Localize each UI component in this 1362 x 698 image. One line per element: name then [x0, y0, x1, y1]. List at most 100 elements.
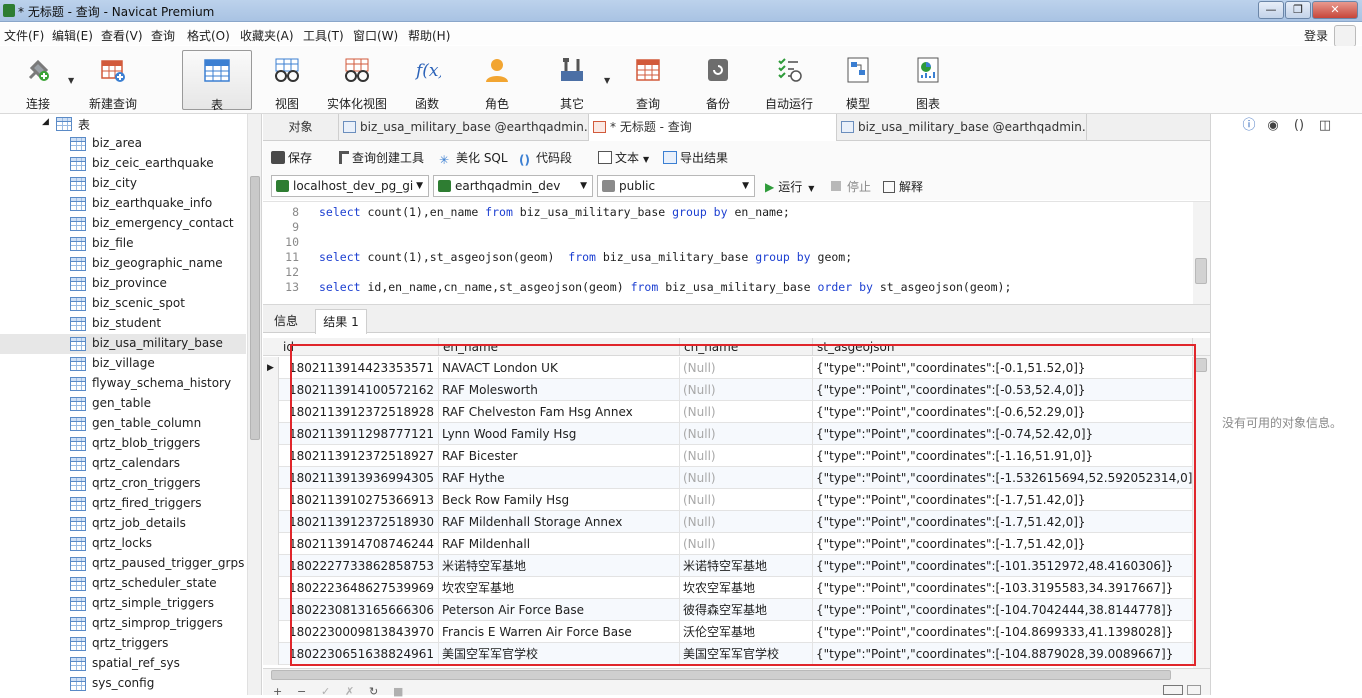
column-header-id[interactable]: id [279, 338, 439, 356]
table-row[interactable]: 1802230651638824961 美国空军军官学校 美国空军军官学校 {"typ… [263, 643, 1210, 665]
cell-cn-name[interactable]: 彼得森空军基地 [680, 599, 813, 621]
chart-button[interactable]: 图表 [902, 50, 954, 111]
tree-item-biz-province[interactable]: biz_province [0, 274, 246, 294]
table-row[interactable]: 1802113911298777121 Lynn Wood Family Hsg(… [263, 423, 1210, 445]
database-select[interactable]: earthqadmin_dev ▼ [433, 175, 593, 197]
column-header-st-asgeojson[interactable]: st_asgeojson [813, 338, 1193, 356]
form-view-icon[interactable] [1187, 685, 1201, 695]
role-button[interactable]: 角色 [472, 50, 522, 111]
cell-id[interactable]: 1802230651638824961 [279, 643, 439, 665]
view-button[interactable]: 视图 [262, 50, 312, 111]
cell-cn-name[interactable]: (Null) [680, 379, 813, 401]
cell-en-name[interactable]: Beck Row Family Hsg [439, 489, 680, 511]
add-record-button[interactable]: + [273, 685, 282, 698]
cell-en-name[interactable]: NAVACT London UK [439, 357, 680, 379]
row-selector[interactable] [263, 577, 279, 599]
cell-cn-name[interactable]: 米诺特空军基地 [680, 555, 813, 577]
menu-format[interactable]: 格式(O) [187, 27, 230, 44]
text-dropdown-icon[interactable]: ▼ [643, 155, 649, 164]
apply-button[interactable]: ✓ [321, 685, 330, 698]
tree-item-biz-earthquake-info[interactable]: biz_earthquake_info [0, 194, 246, 214]
row-selector[interactable] [263, 533, 279, 555]
table-row[interactable]: 1802113912372518930 RAF Mildenhall Storag… [263, 511, 1210, 533]
new-query-button[interactable]: 新建查询 [84, 50, 142, 111]
tree-item-qrtz-simprop-triggers[interactable]: qrtz_simprop_triggers [0, 614, 246, 634]
horizontal-scrollbar[interactable] [271, 670, 1191, 682]
tree-item-biz-scenic-spot[interactable]: biz_scenic_spot [0, 294, 246, 314]
cell-cn-name[interactable]: (Null) [680, 467, 813, 489]
row-selector[interactable] [263, 555, 279, 577]
stop-button[interactable]: 停止 [831, 178, 871, 195]
row-selector[interactable] [263, 445, 279, 467]
tree-item-biz-ceic-earthquake[interactable]: biz_ceic_earthquake [0, 154, 246, 174]
query-button[interactable]: 查询 [622, 50, 674, 111]
discard-button[interactable]: ✗ [345, 685, 354, 698]
editor-scrollbar[interactable] [1193, 202, 1210, 304]
tree-item-qrtz-calendars[interactable]: qrtz_calendars [0, 454, 246, 474]
auto-run-button[interactable]: 自动运行 [760, 50, 818, 111]
cell-st-asgeojson[interactable]: {"type":"Point","coordinates":[-1.7,51.4… [813, 511, 1193, 533]
collapse-arrow-icon[interactable]: ◢ [42, 117, 49, 127]
cell-id[interactable]: 1802113914100572162 [279, 379, 439, 401]
editor-scrollbar-thumb[interactable] [1195, 258, 1207, 284]
tree-item-qrtz-blob-triggers[interactable]: qrtz_blob_triggers [0, 434, 246, 454]
text-button[interactable]: 文本 ▼ [598, 149, 649, 166]
table-row[interactable]: 1802113912372518927 RAF Bicester (Null) {"t… [263, 445, 1210, 467]
menu-query[interactable]: 查询 [151, 27, 175, 44]
cell-en-name[interactable]: 美国空军军官学校 [439, 643, 680, 665]
tab-info[interactable]: 信息 [269, 309, 303, 334]
materialized-view-button[interactable]: 实体化视图 [322, 50, 392, 111]
cell-en-name[interactable]: Francis E Warren Air Force Base [439, 621, 680, 643]
delete-record-button[interactable]: − [297, 685, 306, 698]
query-builder-button[interactable]: 查询创建工具 [339, 149, 424, 166]
row-selector[interactable] [263, 599, 279, 621]
tree-item-qrtz-job-details[interactable]: qrtz_job_details [0, 514, 246, 534]
table-button[interactable]: 表 [182, 50, 252, 112]
cell-id[interactable]: 1802113912372518927 [279, 445, 439, 467]
row-selector[interactable] [263, 511, 279, 533]
cell-cn-name[interactable]: (Null) [680, 533, 813, 555]
explain-button[interactable]: 解释 [883, 178, 923, 195]
cell-en-name[interactable]: RAF Mildenhall [439, 533, 680, 555]
cell-st-asgeojson[interactable]: {"type":"Point","coordinates":[-0.53,52.… [813, 379, 1193, 401]
tree-item-biz-student[interactable]: biz_student [0, 314, 246, 334]
menu-favorites[interactable]: 收藏夹(A) [240, 27, 294, 44]
tree-item-biz-area[interactable]: biz_area [0, 134, 246, 154]
cell-id[interactable]: 1802113910275366913 [279, 489, 439, 511]
row-selector[interactable] [263, 401, 279, 423]
connect-button[interactable]: ▼ 连接 [8, 50, 74, 111]
tab-table-data[interactable]: biz_usa_military_base @earthqadmin... [339, 114, 589, 141]
tree-item-qrtz-fired-triggers[interactable]: qrtz_fired_triggers [0, 494, 246, 514]
grid-scrollbar-thumb[interactable] [1195, 358, 1207, 372]
beautify-sql-button[interactable]: ✳ 美化 SQL [439, 149, 508, 167]
cell-st-asgeojson[interactable]: {"type":"Point","coordinates":[-0.74,52.… [813, 423, 1193, 445]
function-button[interactable]: f(x) 函数 [402, 50, 452, 111]
tree-item-spatial-ref-sys[interactable]: spatial_ref_sys [0, 654, 246, 674]
close-button[interactable]: ✕ [1312, 1, 1358, 19]
result-grid[interactable]: id en_name cn_name st_asgeojson ▶ 1802113… [263, 334, 1210, 668]
cell-en-name[interactable]: RAF Mildenhall Storage Annex [439, 511, 680, 533]
sql-editor[interactable]: 8 select count(1),en_name from biz_usa_mi… [263, 201, 1210, 304]
tree-item-biz-geographic-name[interactable]: biz_geographic_name [0, 254, 246, 274]
cell-st-asgeojson[interactable]: {"type":"Point","coordinates":[-104.7042… [813, 599, 1193, 621]
menu-help[interactable]: 帮助(H) [408, 27, 450, 44]
table-row[interactable]: 1802230813165666306 Peterson Air Force Ba… [263, 599, 1210, 621]
cell-en-name[interactable]: RAF Bicester [439, 445, 680, 467]
cell-cn-name[interactable]: 美国空军军官学校 [680, 643, 813, 665]
tree-item-biz-village[interactable]: biz_village [0, 354, 246, 374]
table-row[interactable]: 1802223648627539969 坎农空军基地 坎农空军基地 {"type":"… [263, 577, 1210, 599]
login-link[interactable]: 登录 [1304, 27, 1328, 44]
column-header-en-name[interactable]: en_name [439, 338, 680, 356]
connection-select[interactable]: localhost_dev_pg_gi ▼ [271, 175, 429, 197]
cell-id[interactable]: 1802113911298777121 [279, 423, 439, 445]
cell-cn-name[interactable]: 沃伦空军基地 [680, 621, 813, 643]
cell-id[interactable]: 1802113913936994305 [279, 467, 439, 489]
cell-st-asgeojson[interactable]: {"type":"Point","coordinates":[-1.7,51.4… [813, 533, 1193, 555]
stop-loading-button[interactable]: ■ [393, 685, 403, 698]
cell-st-asgeojson[interactable]: {"type":"Point","coordinates":[-103.3195… [813, 577, 1193, 599]
cell-id[interactable]: 1802227733862858753 [279, 555, 439, 577]
cell-st-asgeojson[interactable]: {"type":"Point","coordinates":[-1.7,51.4… [813, 489, 1193, 511]
cell-st-asgeojson[interactable]: {"type":"Point","coordinates":[-0.1,51.5… [813, 357, 1193, 379]
tree-item-biz-city[interactable]: biz_city [0, 174, 246, 194]
tree-item-sys-config[interactable]: sys_config [0, 674, 246, 694]
